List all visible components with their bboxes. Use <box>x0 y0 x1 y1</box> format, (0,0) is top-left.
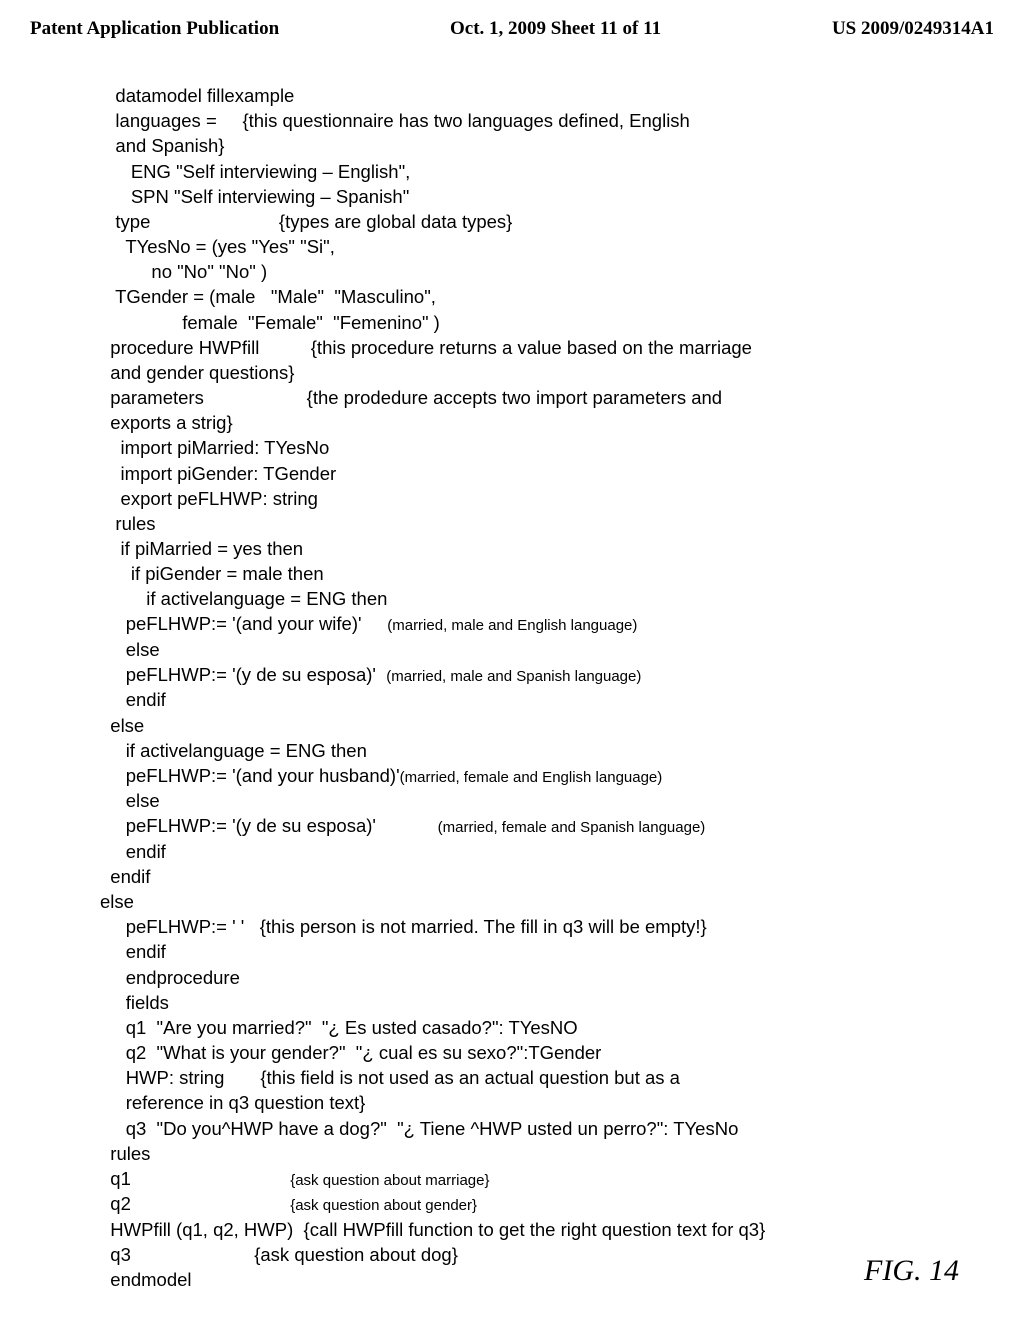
code-line: rules <box>100 513 156 534</box>
code-comment: (married, male and English language) <box>387 617 637 634</box>
code-line: TYesNo = (yes "Yes" "Si", <box>100 236 335 257</box>
code-line: ENG "Self interviewing – English", <box>100 161 410 182</box>
code-line: parameters {the prodedure accepts two im… <box>100 387 722 408</box>
code-line: q2 <box>100 1193 290 1214</box>
code-line: TGender = (male "Male" "Masculino", <box>100 286 436 307</box>
code-line: female "Female" "Femenino" ) <box>100 312 440 333</box>
code-line: if activelanguage = ENG then <box>100 740 367 761</box>
code-line: else <box>100 790 160 811</box>
page-header: Patent Application Publication Oct. 1, 2… <box>0 0 1024 40</box>
code-line: and gender questions} <box>100 362 294 383</box>
code-line: procedure HWPfill {this procedure return… <box>100 337 752 358</box>
code-line: type {types are global data types} <box>100 211 512 232</box>
code-listing: datamodel fillexample languages = {this … <box>0 40 1024 1292</box>
code-line: else <box>100 715 144 736</box>
code-line: endif <box>100 866 150 887</box>
code-line: no "No" "No" ) <box>100 261 267 282</box>
header-mid: Oct. 1, 2009 Sheet 11 of 11 <box>450 18 661 40</box>
code-comment: (married, male and Spanish language) <box>386 668 641 685</box>
code-line: else <box>100 891 134 912</box>
code-comment: {ask question about marriage} <box>290 1172 489 1189</box>
code-comment: (married, female and English language) <box>400 769 663 786</box>
code-line: import piMarried: TYesNo <box>100 437 329 458</box>
code-line: endif <box>100 689 166 710</box>
code-comment: (married, female and Spanish language) <box>438 819 706 836</box>
code-line: HWPfill (q1, q2, HWP) {call HWPfill func… <box>100 1219 765 1240</box>
code-line: fields <box>100 992 169 1013</box>
code-line: if piGender = male then <box>100 563 324 584</box>
figure-label: FIG. 14 <box>864 1254 959 1288</box>
code-line: endif <box>100 841 166 862</box>
code-line: and Spanish} <box>100 135 224 156</box>
code-line: endprocedure <box>100 967 240 988</box>
code-line: HWP: string {this field is not used as a… <box>100 1067 680 1088</box>
code-line: rules <box>100 1143 150 1164</box>
code-line: peFLHWP:= '(and your wife)' <box>100 613 387 634</box>
code-line: endif <box>100 941 166 962</box>
code-line: endmodel <box>100 1269 192 1290</box>
header-right: US 2009/0249314A1 <box>832 18 994 40</box>
code-line: exports a strig} <box>100 412 233 433</box>
code-line: else <box>100 639 160 660</box>
code-line: q1 "Are you married?" "¿ Es usted casado… <box>100 1017 578 1038</box>
code-line: if activelanguage = ENG then <box>100 588 387 609</box>
code-line: import piGender: TGender <box>100 463 336 484</box>
code-line: if piMarried = yes then <box>100 538 303 559</box>
code-line: q3 {ask question about dog} <box>100 1244 458 1265</box>
code-line: peFLHWP:= '(y de su esposa)' <box>100 815 438 836</box>
code-line: languages = {this questionnaire has two … <box>100 110 690 131</box>
code-line: peFLHWP:= '(y de su esposa)' <box>100 664 386 685</box>
code-line: reference in q3 question text} <box>100 1092 365 1113</box>
code-line: SPN "Self interviewing – Spanish" <box>100 186 409 207</box>
code-line: q3 "Do you^HWP have a dog?" "¿ Tiene ^HW… <box>100 1118 738 1139</box>
code-line: datamodel fillexample <box>100 85 294 106</box>
code-line: q1 <box>100 1168 290 1189</box>
code-comment: {ask question about gender} <box>290 1197 477 1214</box>
code-line: export peFLHWP: string <box>100 488 318 509</box>
header-left: Patent Application Publication <box>30 18 279 40</box>
code-line: peFLHWP:= '(and your husband)' <box>100 765 400 786</box>
code-line: q2 "What is your gender?" "¿ cual es su … <box>100 1042 601 1063</box>
code-line: peFLHWP:= ' ' {this person is not marrie… <box>100 916 707 937</box>
